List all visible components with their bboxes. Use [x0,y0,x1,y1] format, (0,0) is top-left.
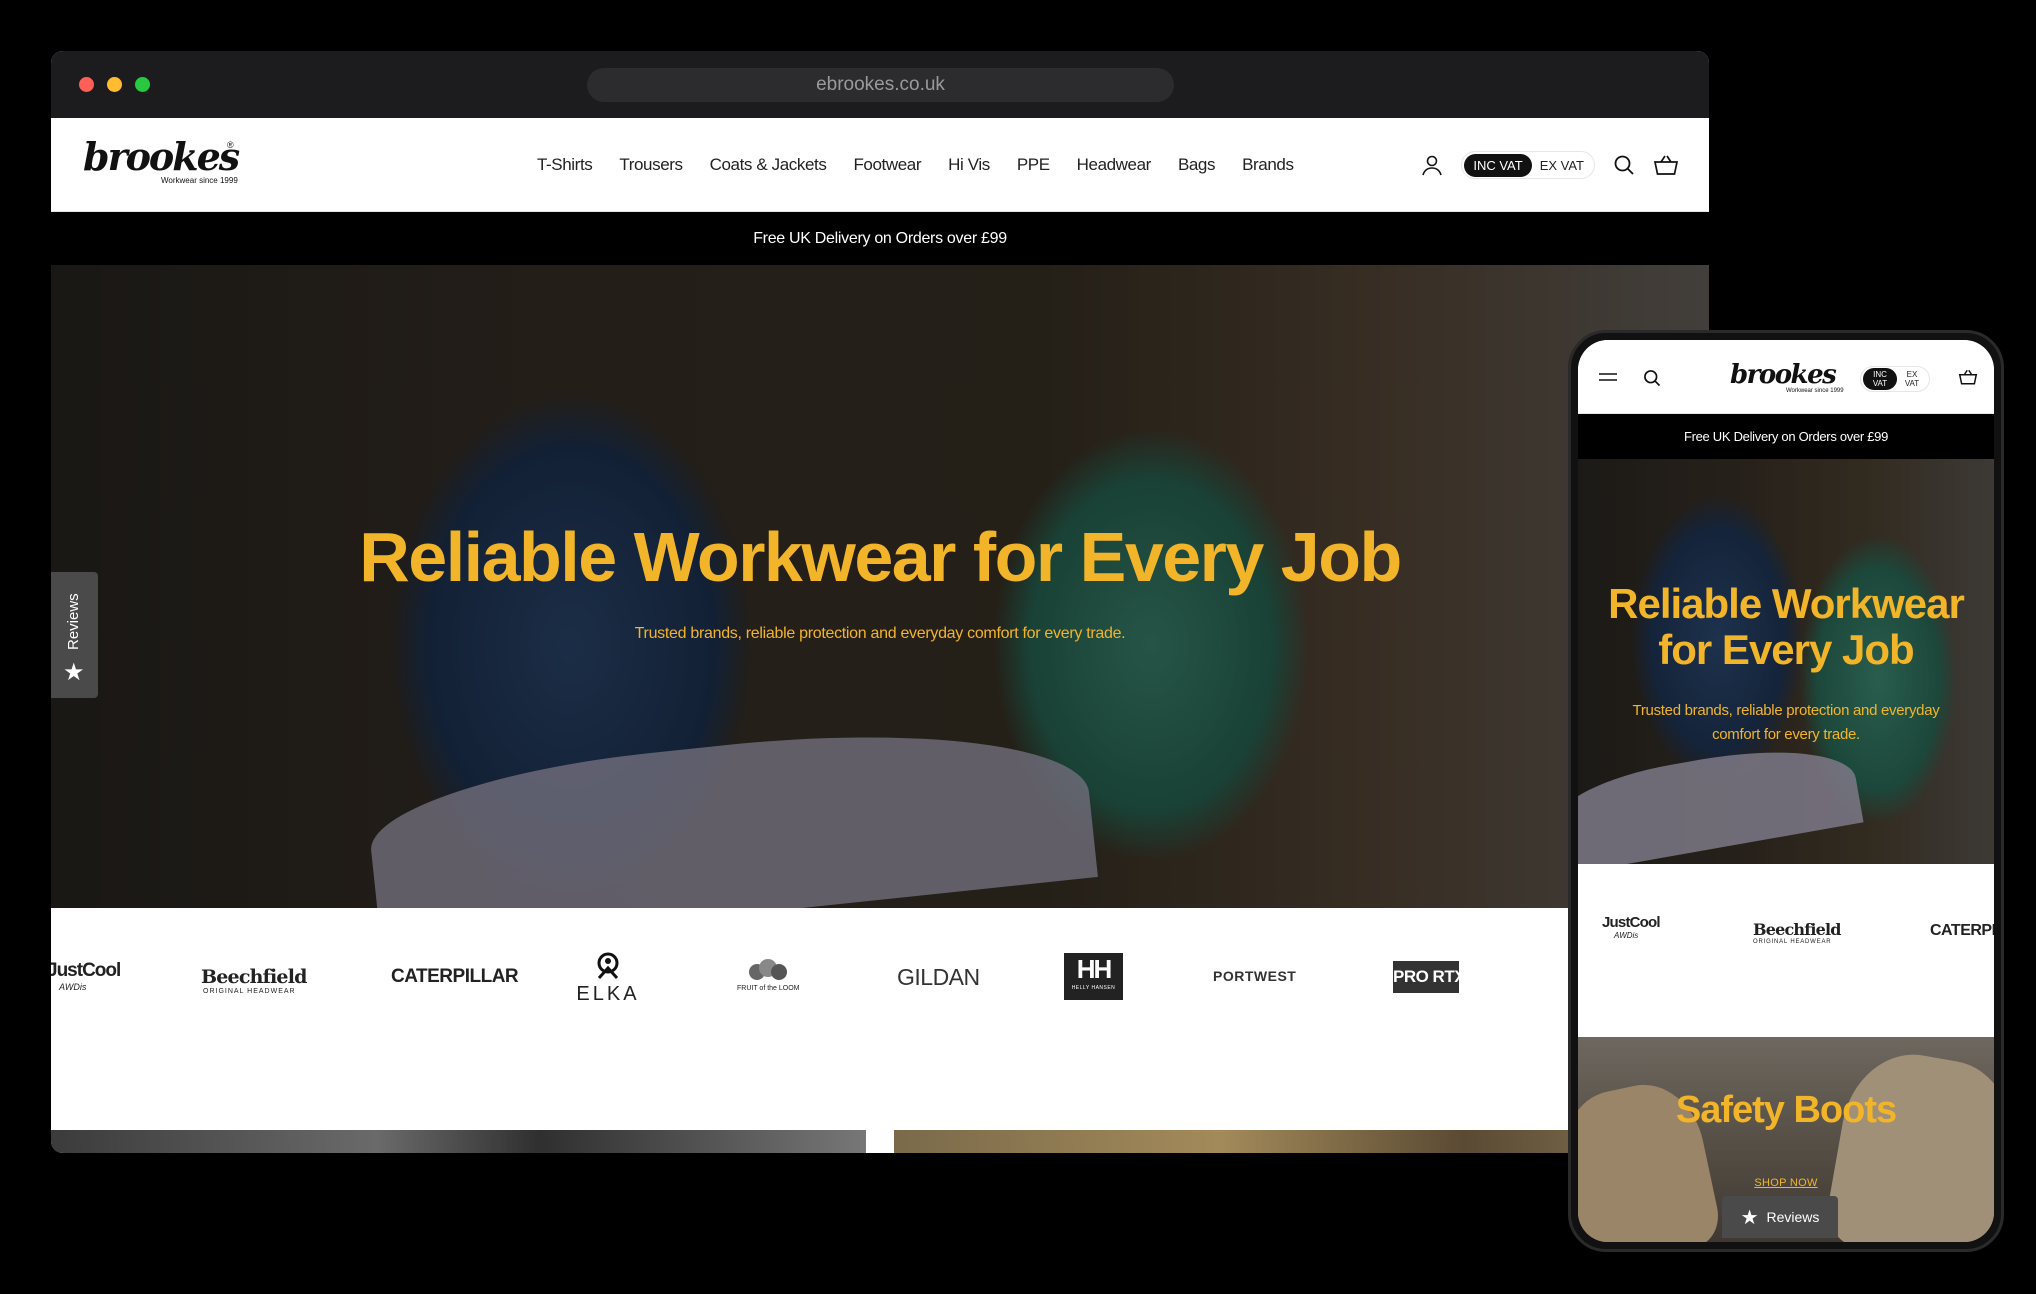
nav-item-ppe[interactable]: PPE [1017,155,1050,175]
mobile-ex-vat-option[interactable]: EX VAT [1897,368,1927,390]
mobile-hero-subtitle: Trusted brands, reliable protection and … [1632,702,1940,743]
brand-logo-caterpillar[interactable]: CATERPILLAR [391,966,519,988]
brand-logos-strip: JustCool AWDis Beechfield ORIGINAL HEADW… [51,908,1709,1058]
mobile-brand-beechfield-name: Beechfield [1753,920,1841,939]
mobile-search-icon[interactable] [1642,368,1662,393]
logo-registered-mark: ® [227,140,234,150]
vat-toggle[interactable]: INC VAT EX VAT [1461,151,1595,179]
logo-wordmark: brookes [83,134,240,179]
fruit-cluster-icon [749,959,788,980]
mobile-device: brookes Workwear since 1999 INC VAT EX V… [1568,330,2004,1252]
brand-justcool-name: JustCool [51,960,121,981]
brand-justcool-sub: AWDis [59,982,87,992]
brand-beechfield-sub: ORIGINAL HEADWEAR [203,988,296,995]
brand-hh-name: HH [1076,954,1113,984]
brand-hh-sub: HELLY HANSEN [1071,985,1116,991]
mobile-reviews-star-icon: ★ [1740,1206,1759,1229]
address-bar[interactable]: ebrookes.co.uk [587,68,1174,102]
cart-icon[interactable] [1653,152,1679,178]
elka-emblem-icon [597,952,619,980]
nav-item-hi-vis[interactable]: Hi Vis [948,155,990,175]
mobile-inc-vat-option[interactable]: INC VAT [1863,368,1897,390]
close-window-button[interactable] [79,77,94,92]
nav-item-brands[interactable]: Brands [1242,155,1294,175]
mobile-cart-icon[interactable] [1958,368,1978,391]
brookes-logo[interactable]: brookes ® Workwear since 1999 [83,134,240,190]
brand-logo-gildan[interactable]: GILDAN [897,964,980,991]
category-tiles-row [51,1130,1709,1153]
hero-subtitle: Trusted brands, reliable protection and … [634,625,1126,642]
hero-title: Reliable Workwear for Every Job [359,518,1402,596]
mobile-brand-justcool-name: JustCool [1602,914,1661,931]
account-icon[interactable] [1419,152,1445,178]
mobile-brand-logo-caterpillar[interactable]: CATERPILLAR [1930,922,1994,940]
reviews-tab[interactable]: Reviews ★ [51,572,98,698]
brand-logo-portwest[interactable]: PORTWEST [1213,968,1296,984]
mobile-brand-logo-beechfield[interactable]: Beechfield ORIGINAL HEADWEAR [1753,920,1841,945]
logo-tagline: Workwear since 1999 [161,176,238,185]
desktop-browser-window: ebrookes.co.uk brookes ® Workwear since … [51,51,1709,1153]
nav-item-coats-jackets[interactable]: Coats & Jackets [710,155,827,175]
mobile-brand-logos-strip: JustCool AWDis Beechfield ORIGINAL HEADW… [1578,864,1994,1037]
site-header: brookes ® Workwear since 1999 T-Shirts T… [51,118,1709,212]
inc-vat-option[interactable]: INC VAT [1464,153,1532,177]
mobile-reviews-button[interactable]: ★ Reviews [1722,1196,1838,1238]
category-tile-footwear[interactable] [51,1130,866,1153]
brand-fruit-name: FRUIT of the LOOM [737,985,800,992]
header-actions: INC VAT EX VAT [1419,118,1679,212]
main-nav: T-Shirts Trousers Coats & Jackets Footwe… [537,118,1294,212]
mobile-logo[interactable]: brookes [1730,362,1837,388]
brand-logo-fruit-of-the-loom[interactable]: FRUIT of the LOOM [737,958,800,992]
maximize-window-button[interactable] [135,77,150,92]
mobile-brand-beechfield-sub: ORIGINAL HEADWEAR [1753,939,1832,945]
search-icon[interactable] [1611,152,1637,178]
nav-item-footwear[interactable]: Footwear [853,155,921,175]
browser-titlebar: ebrookes.co.uk [51,51,1709,118]
hero-banner: Reliable Workwear for Every Job Trusted … [51,265,1709,908]
ex-vat-option[interactable]: EX VAT [1532,154,1592,177]
shop-now-link[interactable]: SHOP NOW [1578,1177,1994,1189]
reviews-tab-label: Reviews [65,593,82,650]
nav-item-trousers[interactable]: Trousers [619,155,683,175]
brand-elka-name: ELKA [576,983,640,1005]
brand-beechfield-name: Beechfield [201,966,307,988]
nav-item-headwear[interactable]: Headwear [1077,155,1152,175]
brand-logo-helly-hansen[interactable]: HH HELLY HANSEN [1064,953,1123,1000]
nav-item-t-shirts[interactable]: T-Shirts [537,155,593,175]
mobile-hero-title: Reliable Workwear for Every Job [1608,580,1965,673]
safety-boots-title: Safety Boots [1675,1089,1897,1131]
nav-item-bags[interactable]: Bags [1178,155,1216,175]
brand-logo-justcool[interactable]: JustCool AWDis [51,960,121,992]
brand-logo-beechfield[interactable]: Beechfield ORIGINAL HEADWEAR [201,966,307,995]
mobile-logo-tagline: Workwear since 1999 [1786,388,1844,394]
brand-logo-pro-rtx[interactable]: PRO RTX [1393,961,1466,993]
mobile-announcement-bar: Free UK Delivery on Orders over £99 [1578,414,1994,459]
mobile-reviews-label: Reviews [1766,1209,1820,1225]
mobile-screen: brookes Workwear since 1999 INC VAT EX V… [1578,340,1994,1242]
star-icon: ★ [63,659,85,686]
mobile-vat-toggle[interactable]: INC VAT EX VAT [1860,366,1930,392]
mobile-brand-justcool-sub: AWDis [1614,931,1639,940]
mobile-header: brookes Workwear since 1999 INC VAT EX V… [1578,340,1994,414]
mobile-brand-logo-justcool[interactable]: JustCool AWDis [1602,914,1661,940]
announcement-bar: Free UK Delivery on Orders over £99 [51,212,1709,265]
mobile-hero-banner: Reliable Workwear for Every Job Trusted … [1578,459,1994,864]
menu-icon[interactable] [1598,370,1618,389]
brand-logo-elka[interactable]: ELKA [571,952,645,1006]
minimize-window-button[interactable] [107,77,122,92]
